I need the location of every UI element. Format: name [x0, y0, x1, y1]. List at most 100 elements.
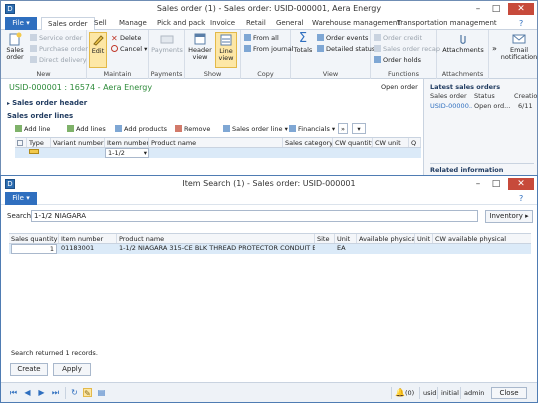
col-site[interactable]: Site — [315, 234, 335, 243]
order-holds-button[interactable]: Order holds — [374, 55, 421, 65]
close-button[interactable]: Close — [491, 387, 527, 399]
inventory-button[interactable]: Inventory ▸ — [485, 210, 533, 223]
minimize-button[interactable]: – — [470, 3, 486, 15]
tab-retail[interactable]: Retail — [246, 17, 266, 30]
tab-transportation-management[interactable]: Transportation management — [397, 17, 497, 30]
payments-button[interactable]: Payments — [151, 32, 183, 54]
file-menu-button[interactable]: File ▾ — [5, 192, 37, 205]
copy-from-journal-button[interactable]: From journal — [244, 44, 294, 54]
select-all-checkbox[interactable] — [15, 138, 27, 147]
financials-menu[interactable]: Financials ▾ — [289, 123, 335, 135]
maximize-button[interactable]: □ — [488, 178, 504, 190]
col-cw-unit[interactable]: CW unit — [373, 138, 409, 147]
detailed-status-icon — [317, 45, 324, 52]
tab-warehouse-management[interactable]: Warehouse management — [312, 17, 400, 30]
tab-manage[interactable]: Manage — [119, 17, 147, 30]
sales-order-line-menu[interactable]: Sales order line ▾ — [223, 123, 288, 135]
lookup-dropdown-icon[interactable]: ▾ — [144, 149, 147, 157]
email-notification-button[interactable]: Email notification — [500, 32, 537, 61]
tab-pick-and-pack[interactable]: Pick and pack — [157, 17, 205, 30]
col-type[interactable]: Type — [27, 138, 51, 147]
col-sales-quantity[interactable]: Sales quantity — [9, 234, 59, 243]
sales-order-label: Sales order — [6, 46, 24, 61]
search-grid-header: Sales quantity Item number Product name … — [9, 233, 531, 244]
remove-button[interactable]: Remove — [175, 123, 210, 135]
edit-mode-icon[interactable]: ✎ — [83, 388, 92, 398]
create-button[interactable]: Create — [10, 363, 48, 376]
sales-order-button[interactable]: Sales order — [5, 32, 25, 61]
table-row[interactable]: 1 01183001 1-1/2 NIAGARA 315-CE BLK THRE… — [9, 244, 531, 254]
fb-creation-value: 6/11 — [518, 102, 533, 110]
attachments-button[interactable]: Attachments — [441, 32, 485, 54]
col-item-number[interactable]: Item number — [59, 234, 117, 243]
notes-icon[interactable]: ▤ — [97, 388, 106, 397]
item-number-input[interactable]: 1-1/2 ▾ — [105, 148, 149, 158]
col-item-number[interactable]: Item number — [105, 138, 149, 147]
ribbon-more-arrow[interactable]: » — [492, 44, 497, 54]
next-record-icon[interactable]: ▶ — [37, 388, 46, 397]
group-label-attachments: Attachments — [441, 70, 484, 78]
remove-label: Remove — [184, 125, 211, 133]
unit-cell: EA — [337, 244, 346, 252]
search-input[interactable]: 1-1/2 NIAGARA — [31, 210, 478, 222]
add-products-icon — [115, 125, 122, 132]
cancel-button[interactable]: Cancel ▾ — [111, 44, 147, 54]
previous-record-icon[interactable]: ◀ — [23, 388, 32, 397]
add-lines-button[interactable]: Add lines — [67, 123, 106, 135]
order-events-button[interactable]: Order events — [317, 33, 368, 43]
col-product-name[interactable]: Product name — [117, 234, 315, 243]
delete-x-icon: ✕ — [111, 34, 118, 43]
tab-general[interactable]: General — [276, 17, 304, 30]
copy-from-all-button[interactable]: From all — [244, 33, 279, 43]
close-window-button[interactable]: ✕ — [508, 3, 534, 15]
close-window-button[interactable]: ✕ — [508, 178, 534, 190]
order-credit-button[interactable]: Order credit — [374, 33, 422, 43]
sales-order-header-section[interactable]: ▸ Sales order header — [7, 99, 87, 107]
edit-button[interactable]: Edit — [89, 32, 107, 68]
file-menu-button[interactable]: File ▾ — [5, 17, 37, 30]
toolbar-more-button[interactable]: » — [338, 123, 348, 134]
sales-order-recap-button[interactable]: Sales order recap — [374, 44, 440, 54]
maximize-button[interactable]: □ — [488, 3, 504, 15]
sales-quantity-input[interactable]: 1 — [11, 244, 57, 254]
minimize-button[interactable]: – — [470, 178, 486, 190]
ribbon-group-email: Email notification — [499, 30, 537, 79]
col-unit-2[interactable]: Unit — [415, 234, 433, 243]
col-unit[interactable]: Unit — [335, 234, 357, 243]
table-row[interactable]: 1-1/2 ▾ — [15, 148, 421, 158]
col-cw-available-physical[interactable]: CW available physical — [433, 234, 531, 243]
tab-invoice[interactable]: Invoice — [210, 17, 235, 30]
totals-button[interactable]: Σ Totals — [293, 32, 313, 54]
last-record-icon[interactable]: ⏭ — [51, 388, 60, 397]
from-all-label: From all — [253, 34, 279, 42]
pencil-icon — [93, 35, 104, 46]
service-order-button[interactable]: Service order — [30, 33, 82, 43]
apply-button[interactable]: Apply — [53, 363, 91, 376]
sales-order-lines-section[interactable]: Sales order lines — [7, 112, 73, 120]
col-cw-quantity[interactable]: CW quantity — [333, 138, 373, 147]
fb-sales-order-link[interactable]: USID-00000... — [430, 102, 472, 110]
col-variant-number[interactable]: Variant number — [51, 138, 105, 147]
col-sales-category[interactable]: Sales category — [283, 138, 333, 147]
purchase-order-button[interactable]: Purchase order — [30, 44, 88, 54]
help-icon[interactable]: ? — [519, 192, 523, 205]
delete-button[interactable]: ✕ Delete — [111, 33, 141, 43]
col-available-physical[interactable]: Available physical — [357, 234, 415, 243]
refresh-icon[interactable]: ↻ — [70, 388, 79, 397]
toolbar-dropdown-button[interactable]: ▾ — [352, 123, 366, 134]
detailed-status-button[interactable]: Detailed status — [317, 44, 375, 54]
col-product-name[interactable]: Product name — [149, 138, 283, 147]
add-products-button[interactable]: Add products — [115, 123, 167, 135]
notification-bell-icon[interactable]: 🔔 — [395, 388, 405, 397]
inventory-label: Inventory — [489, 212, 523, 220]
add-line-button[interactable]: Add line — [15, 123, 50, 135]
tab-sales-order[interactable]: Sales order — [41, 17, 95, 30]
line-view-button[interactable]: Line view — [215, 32, 237, 68]
header-view-button[interactable]: Header view — [188, 32, 212, 61]
service-order-icon — [30, 34, 37, 41]
first-record-icon[interactable]: ⏮ — [9, 388, 18, 397]
direct-delivery-button[interactable]: Direct delivery — [30, 55, 87, 65]
tab-sell[interactable]: Sell — [94, 17, 107, 30]
help-icon[interactable]: ? — [519, 17, 523, 30]
col-q[interactable]: Q — [409, 138, 421, 147]
